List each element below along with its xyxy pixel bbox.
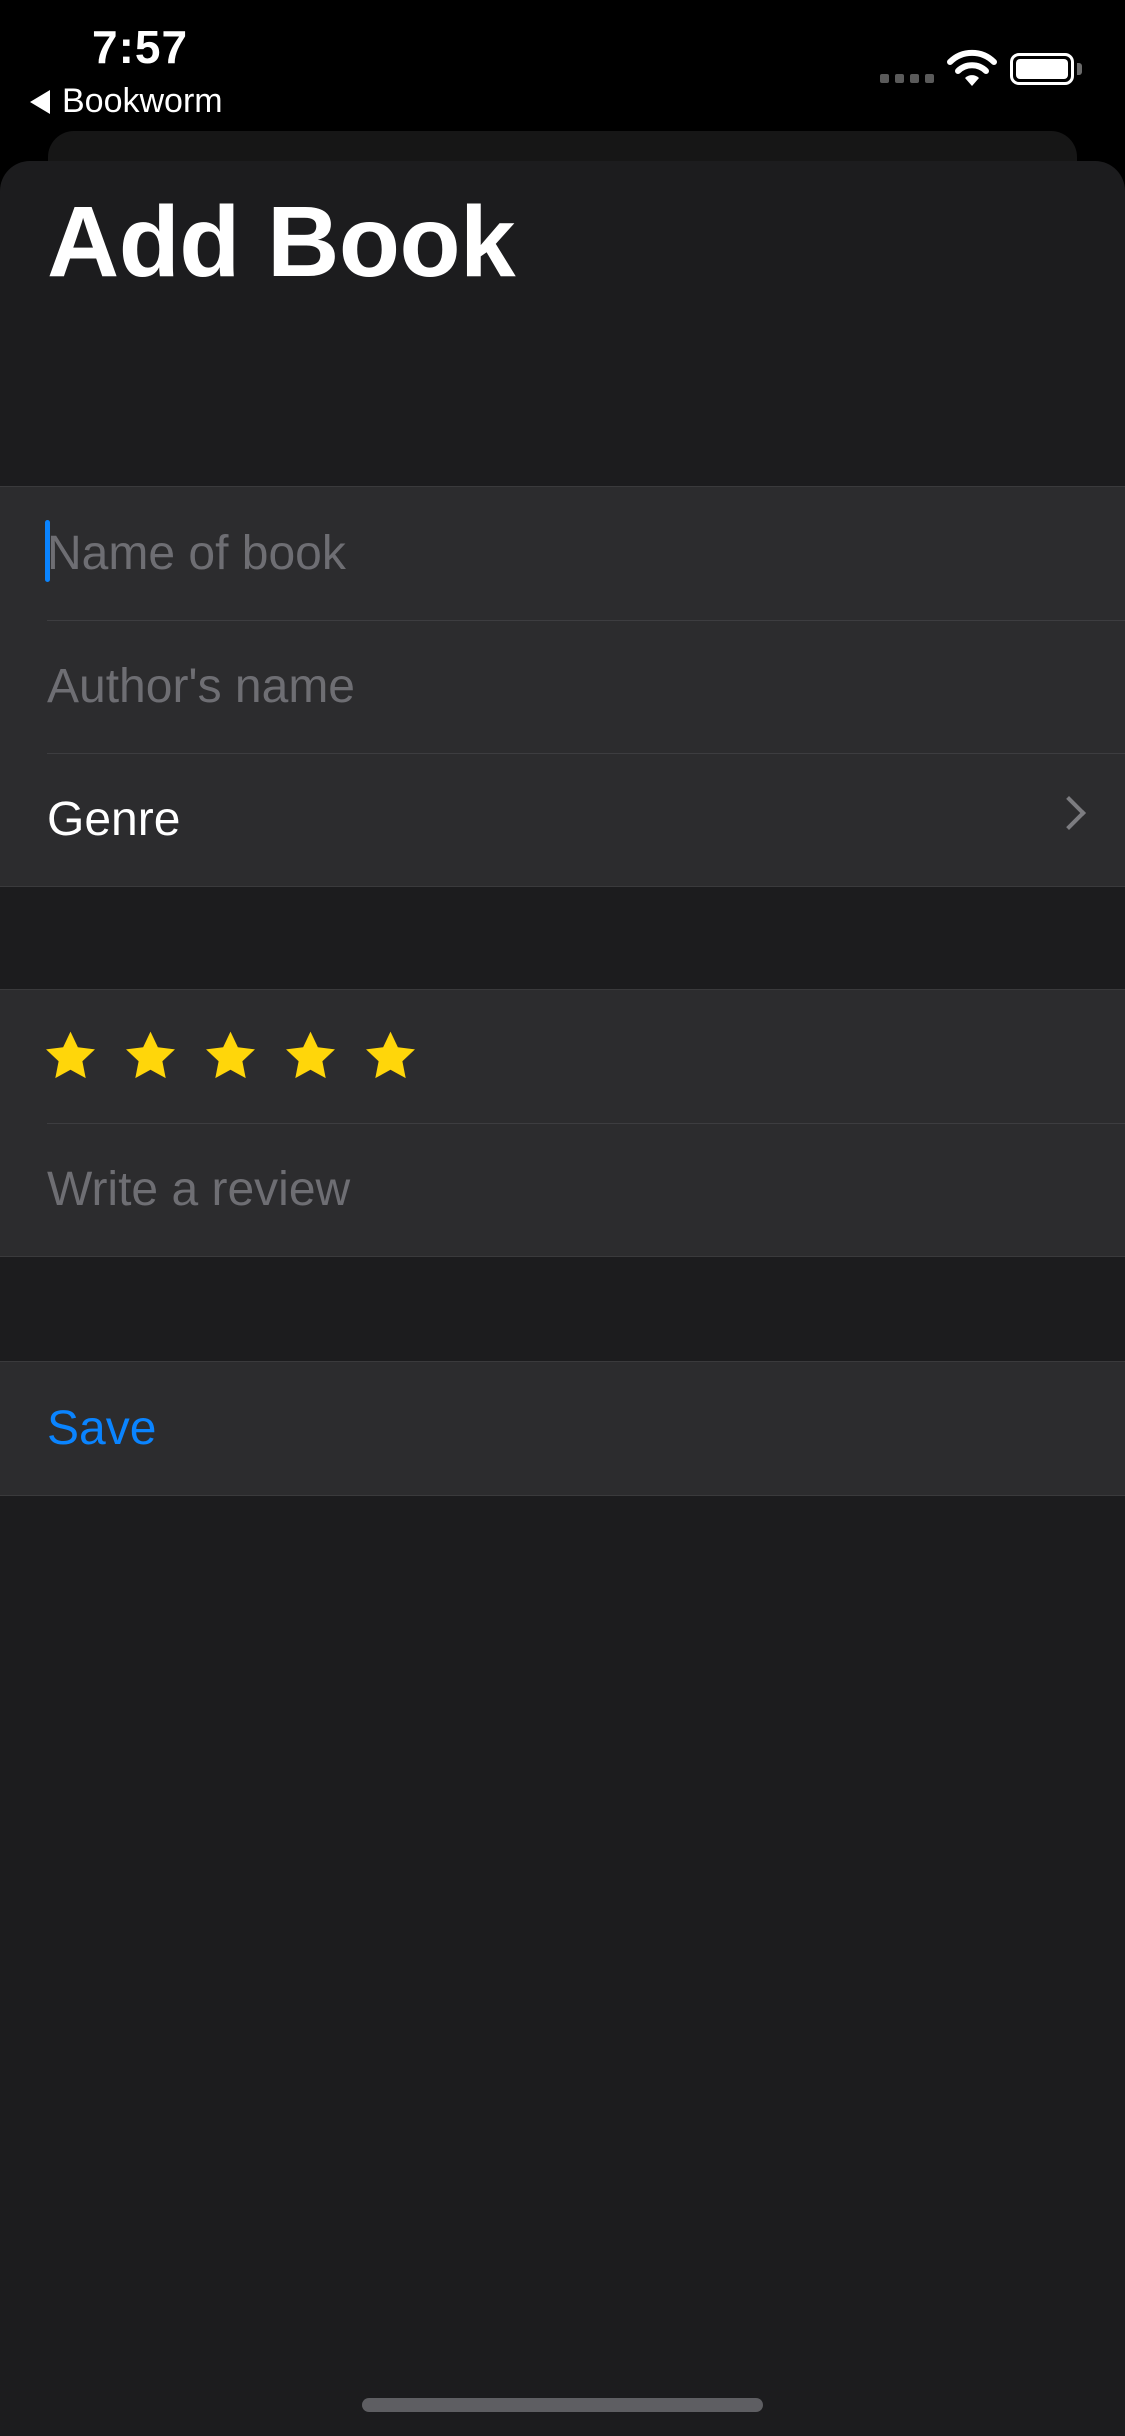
save-button[interactable]: Save: [0, 1362, 1125, 1495]
cellular-signal-icon: [880, 74, 934, 83]
save-section: Save: [0, 1361, 1125, 1496]
back-triangle-icon: [30, 89, 50, 114]
book-name-row: [0, 487, 1125, 620]
text-caret: [45, 520, 50, 582]
book-name-input[interactable]: [0, 526, 1125, 581]
star-icon[interactable]: [282, 1028, 339, 1085]
status-time: 7:57: [92, 21, 189, 73]
home-indicator[interactable]: [362, 2398, 763, 2412]
genre-picker[interactable]: Genre: [0, 753, 1125, 886]
star-icon[interactable]: [42, 1028, 99, 1085]
author-name-input[interactable]: [0, 659, 1125, 714]
back-to-bookworm-link[interactable]: Bookworm: [30, 82, 223, 121]
page-title: Add Book: [47, 186, 516, 298]
star-rating: [0, 1028, 419, 1085]
review-input[interactable]: [0, 1162, 1125, 1217]
star-icon[interactable]: [202, 1028, 259, 1085]
star-icon[interactable]: [122, 1028, 179, 1085]
genre-label: Genre: [47, 793, 181, 846]
save-label: Save: [47, 1402, 157, 1455]
book-details-section: Genre: [0, 486, 1125, 887]
back-label: Bookworm: [62, 82, 223, 120]
review-row: [0, 1123, 1125, 1256]
author-row: [0, 620, 1125, 753]
wifi-icon: [947, 49, 997, 86]
chevron-right-icon: [1052, 796, 1086, 830]
screen: 7:57 Bookworm Add Book Genre: [0, 0, 1125, 2436]
star-icon[interactable]: [362, 1028, 419, 1085]
rating-row: [0, 990, 1125, 1123]
battery-cap: [1077, 63, 1082, 75]
review-section: [0, 989, 1125, 1257]
battery-icon: [1010, 53, 1074, 85]
